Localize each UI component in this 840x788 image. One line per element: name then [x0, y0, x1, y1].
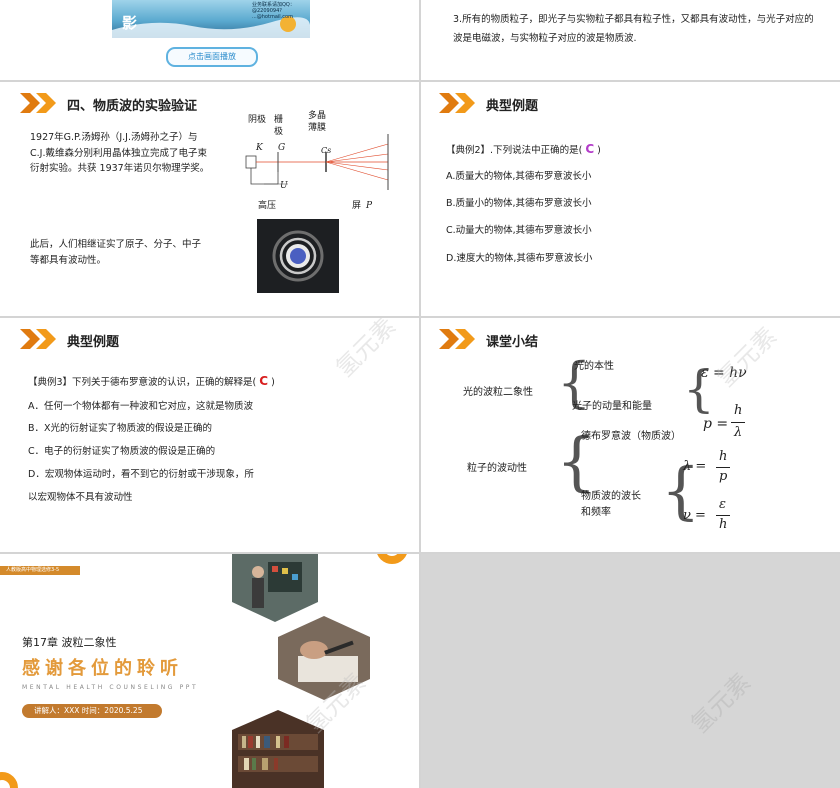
slide-4-title: 典型例题	[486, 99, 539, 114]
equation-wavelength-lhs: λ =	[683, 459, 707, 474]
svg-text:影: 影	[122, 14, 137, 32]
slide-2-text: 3.所有的物质粒子，即光子与实物粒子都具有粒子性，又都具有波动性，与光子对应的波…	[453, 14, 814, 44]
slide-7-preview[interactable]: 人教版高中物理选修3-5 第17章 波粒二象性 感谢各位的聆听 MENTAL H…	[0, 554, 419, 788]
banner-contact: 业务联系请加QQ： @2209094? ...@hotmail.com	[252, 2, 295, 20]
summary-branch-2b-cont: 和频率	[581, 507, 611, 518]
slide-3-para-2: 此后，人们相继证实了原子、分子、中子等都具有波动性。	[30, 239, 202, 266]
banner-contact-line: ...@hotmail.com	[252, 14, 293, 20]
equation-wavelength-num: h	[719, 449, 728, 464]
fraction-bar	[731, 422, 745, 423]
summary-branch-1a: 光的本性	[574, 361, 614, 372]
diffraction-pattern-image	[257, 219, 339, 293]
equation-frequency-lhs: ν =	[683, 508, 706, 523]
slide-5-title: 典型例题	[67, 335, 120, 350]
watermark: 氢元素	[685, 667, 757, 739]
question-text: )	[597, 145, 601, 156]
equation-momentum-den: λ	[734, 425, 743, 440]
option-a: A.质量大的物体,其德布罗意波长小	[446, 171, 592, 182]
equation-frequency-num: ε	[719, 497, 726, 512]
photo-teacher-board	[232, 554, 318, 622]
diffraction-diagram: 阴极 栅 极 多晶 薄膜 K G Cs U 高压 屏 P	[228, 108, 418, 218]
summary-left-1: 光的波粒二象性	[463, 387, 533, 398]
slide-5-preview[interactable]: 典型例题 【典例3】下列关于德布罗意波的认识，正确的解释是( C ) A．任何一…	[0, 318, 419, 552]
option-a: A．任何一个物体都有一种波和它对应，这就是物质波	[28, 401, 253, 412]
watermark: 氢元素	[330, 318, 402, 383]
option-b: B.质量小的物体,其德布罗意波长小	[446, 198, 592, 209]
answer-mark: C	[585, 142, 595, 156]
summary-branch-2a: 德布罗意波（物质波）	[581, 431, 681, 442]
answer-mark: C	[259, 374, 269, 388]
slide-3-preview[interactable]: 四、物质波的实验验证 1927年G.P.汤姆孙（J.J.汤姆孙之子）与 C.J.…	[0, 82, 419, 316]
example-2-question: 【典例2】.下列说法中正确的是( C )	[446, 141, 601, 159]
option-c: C．电子的衍射证实了物质波的假设是正确的	[28, 446, 216, 457]
play-button[interactable]: 点击画面播放	[166, 47, 258, 67]
chevron-title-icon	[439, 329, 475, 349]
option-b: B．X光的衍射证实了物质波的假设是正确的	[28, 423, 213, 434]
slide-3-para-1: 1927年G.P.汤姆孙（J.J.汤姆孙之子）与 C.J.戴维森分别利用晶体独立…	[30, 132, 210, 174]
apparatus-drawing	[245, 134, 389, 190]
option-d: D.速度大的物体,其德布罗意波长小	[446, 253, 593, 264]
slide-1-preview[interactable]: 影 业务联系请加QQ： @2209094? ...@hotmail.com 点击…	[0, 0, 419, 80]
subtitle: MENTAL HEALTH COUNSELING PPT	[22, 684, 199, 691]
slide-2-preview[interactable]: 3.所有的物质粒子，即光子与实物粒子都具有粒子性，又都具有波动性，与光子对应的波…	[421, 0, 840, 80]
presenter-badge: 讲解人：XXX 时间：2020.5.25	[22, 704, 162, 718]
question-text: 【典例2】.下列说法中正确的是(	[446, 145, 583, 156]
chevron-title-icon	[20, 329, 56, 349]
slide-6-title: 课堂小结	[486, 335, 539, 350]
top-tag: 人教版高中物理选修3-5	[6, 567, 60, 573]
chapter-title: 第17章 波粒二象性	[22, 636, 117, 649]
decor-ring	[376, 554, 408, 564]
question-text: 【典例3】下列关于德布罗意波的认识，正确的解释是(	[28, 377, 257, 388]
slide-3-title: 四、物质波的实验验证	[67, 99, 198, 114]
video-banner-image[interactable]: 影 业务联系请加QQ： @2209094? ...@hotmail.com	[112, 0, 311, 38]
option-d: D．宏观物体运动时，看不到它的衍射或干涉现象，所	[28, 469, 254, 480]
option-d-continued: 以宏观物体不具有波动性	[28, 492, 133, 503]
summary-branch-2b: 物质波的波长	[581, 491, 641, 502]
watermark: 氢元素	[711, 321, 783, 393]
equation-wavelength-den: p	[719, 469, 728, 484]
summary-left-2: 粒子的波动性	[467, 463, 527, 474]
summary-branch-1b: 光子的动量和能量	[572, 401, 652, 412]
equation-momentum-lhs: p =	[703, 416, 729, 432]
option-c: C.动量大的物体,其德布罗意波长小	[446, 225, 592, 236]
thanks-heading: 感谢各位的聆听	[22, 658, 183, 679]
chevron-title-icon	[439, 93, 475, 113]
slide-6-preview[interactable]: 课堂小结 光的波粒二象性 { 光的本性 光子的动量和能量 { ε = hν p …	[421, 318, 840, 552]
equation-momentum-num: h	[734, 403, 743, 418]
question-text: )	[271, 377, 275, 388]
example-3-question: 【典例3】下列关于德布罗意波的认识，正确的解释是( C )	[28, 373, 275, 391]
slide-4-preview[interactable]: 典型例题 【典例2】.下列说法中正确的是( C ) A.质量大的物体,其德布罗意…	[421, 82, 840, 316]
chevron-title-icon	[20, 93, 56, 113]
equation-frequency-den: h	[719, 517, 728, 532]
empty-area: 氢元素	[421, 554, 840, 788]
decor-ring	[0, 772, 18, 788]
